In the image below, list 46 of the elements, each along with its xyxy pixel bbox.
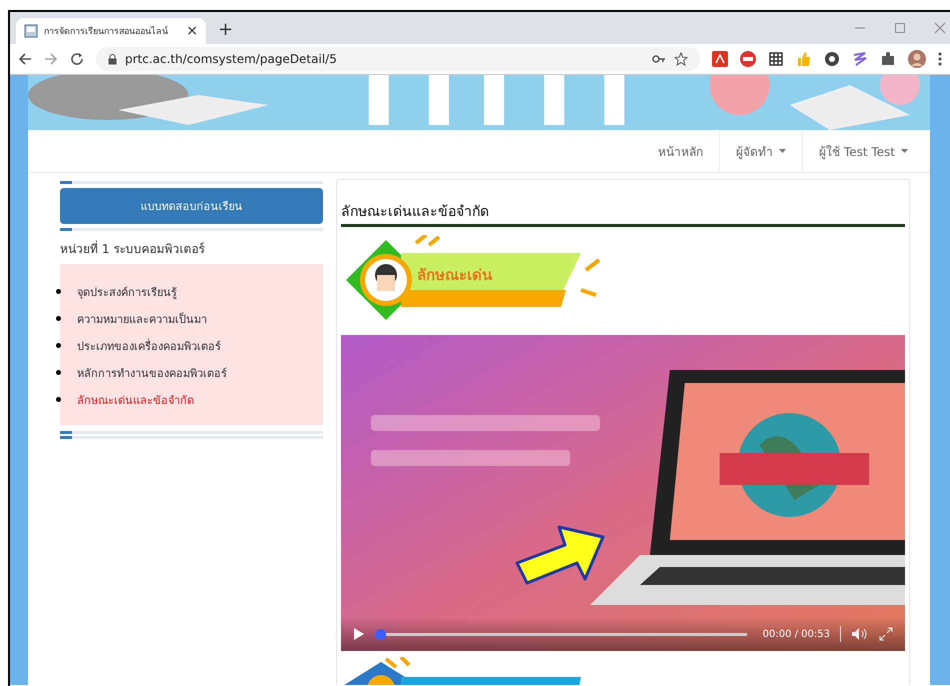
bullet-icon: [56, 370, 61, 375]
close-icon[interactable]: [934, 22, 946, 34]
grid-icon[interactable]: [768, 51, 784, 67]
extension-icon[interactable]: [824, 51, 840, 67]
menu-icon[interactable]: [938, 52, 942, 66]
close-button[interactable]: ×: [186, 23, 198, 39]
nav-label: ผู้ใช้ Test Test: [819, 144, 895, 160]
address-bar[interactable]: prtc.ac.th/comsystem/pageDetail/5: [96, 47, 700, 71]
volume-icon[interactable]: [851, 627, 869, 641]
key-icon[interactable]: [652, 54, 666, 64]
back-icon[interactable]: [18, 52, 32, 66]
bullet-icon: [56, 289, 61, 294]
star-icon[interactable]: [674, 52, 688, 66]
browser-tab[interactable]: การจัดการเรียนการสอนออนไลน์ ×: [16, 18, 206, 44]
nav-menu-item[interactable]: ผู้ใช้ Test Test: [802, 130, 924, 172]
lesson-link[interactable]: ความหมายและความเป็นมา: [77, 310, 207, 328]
nav-menu-item[interactable]: ผู้จัดทำ: [719, 130, 802, 172]
lock-icon: [108, 54, 117, 64]
lesson-link[interactable]: หลักการทำงานของคอมพิวเตอร์: [77, 364, 227, 382]
video-time: 00:00 / 00:53: [762, 628, 830, 640]
nav-label: ผู้จัดทำ: [736, 144, 774, 160]
bullet-icon: [56, 343, 61, 348]
nav-label: หน้าหลัก: [658, 144, 704, 160]
section-banner: ลักษณะเด่น: [341, 235, 601, 325]
bullet-icon: [56, 316, 61, 321]
pretest-button[interactable]: แบบทดสอบก่อนเรียน: [60, 188, 323, 224]
extension-icon[interactable]: [852, 51, 868, 67]
page-icon: [24, 24, 38, 38]
arrow-icon: [515, 523, 605, 587]
avatar-icon[interactable]: [908, 50, 926, 68]
bullet-icon: [56, 397, 61, 402]
url-text: prtc.ac.th/comsystem/pageDetail/5: [125, 52, 337, 66]
page-title: ลักษณะเด่นและข้อจำกัด: [341, 200, 905, 227]
tab-title: การจัดการเรียนการสอนออนไลน์: [44, 25, 169, 38]
lesson-link[interactable]: จุดประสงค์การเรียนรู้: [77, 282, 177, 300]
nav-menu-item[interactable]: หน้าหลัก: [642, 130, 720, 172]
lesson-link[interactable]: ลักษณะเด่นและข้อจำกัด: [77, 390, 194, 408]
play-icon[interactable]: [353, 627, 365, 641]
reload-icon[interactable]: [70, 52, 84, 66]
extension-icon[interactable]: [740, 51, 756, 67]
unit-title: หน่วยที่ 1 ระบบคอมพิวเตอร์: [60, 240, 206, 258]
new-tab-button[interactable]: +: [218, 19, 234, 41]
lesson-link[interactable]: ประเภทของเครื่องคอมพิวเตอร์: [77, 336, 221, 354]
maximize-icon[interactable]: [894, 22, 906, 34]
thumbs-up-icon[interactable]: [796, 51, 812, 67]
fullscreen-icon[interactable]: [879, 627, 893, 641]
